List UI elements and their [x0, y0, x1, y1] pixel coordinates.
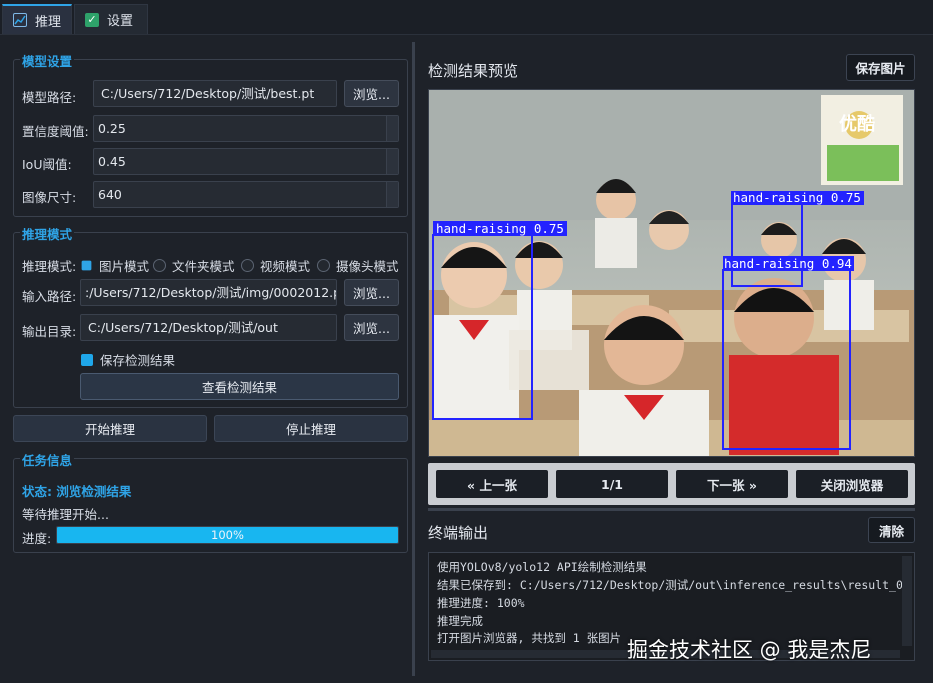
radio-label: 视频模式 [260, 259, 311, 274]
radio-image-mode[interactable]: 图片模式 [80, 256, 149, 275]
radio-indicator [153, 259, 166, 272]
chart-icon [13, 13, 27, 27]
iou-spinbox[interactable]: 0.45 [93, 148, 399, 175]
radio-label: 文件夹模式 [172, 259, 235, 274]
tab-label: 设置 [107, 14, 134, 29]
radio-folder-mode[interactable]: 文件夹模式 [153, 256, 235, 275]
tab-inference[interactable]: 推理 [2, 4, 72, 34]
nav-underline [428, 508, 915, 511]
input-path-field[interactable]: :/Users/712/Desktop/测试/img/0002012.png [80, 279, 337, 306]
tab-label: 推理 [35, 14, 62, 30]
radio-camera-mode[interactable]: 摄像头模式 [317, 256, 399, 275]
iou-label: IoU阈值: [22, 157, 72, 172]
settings-check-icon: ✓ [85, 12, 99, 27]
status-text: 状态: 浏览检测结果 [22, 484, 132, 499]
detection-label-1: hand-raising 0.75 [436, 221, 564, 236]
terminal-title: 终端输出 [428, 524, 489, 542]
radio-label: 图片模式 [99, 259, 150, 274]
panel-splitter[interactable] [412, 42, 415, 676]
start-inference-button[interactable]: 开始推理 [13, 415, 207, 442]
progress-bar: 100% [56, 526, 399, 544]
image-size-spinbox[interactable]: 640 [93, 181, 399, 208]
radio-indicator [317, 259, 330, 272]
spin-arrows[interactable] [386, 149, 398, 174]
output-dir-label: 输出目录: [22, 324, 77, 339]
view-results-button[interactable]: 查看检测结果 [80, 373, 399, 400]
browse-input-button[interactable]: 浏览... [344, 279, 399, 306]
save-image-button[interactable]: 保存图片 [846, 54, 915, 81]
clear-button[interactable]: 清除 [868, 517, 915, 543]
group-title: 任务信息 [20, 450, 75, 469]
detection-label-2: hand-raising 0.75 [733, 190, 861, 205]
checkbox-indicator [81, 353, 93, 366]
waiting-text: 等待推理开始... [22, 507, 109, 522]
detection-preview: 优酷 hand-raising 0.75 hand-raising 0.75 h… [428, 89, 915, 457]
progress-label: 进度: [22, 531, 52, 546]
browse-output-button[interactable]: 浏览... [344, 314, 399, 341]
watermark-text: 掘金技术社区 @ 我是杰尼 [627, 638, 872, 662]
confidence-spinbox[interactable]: 0.25 [93, 115, 399, 142]
spin-arrows[interactable] [386, 182, 398, 207]
classroom-image: 优酷 hand-raising 0.75 hand-raising 0.75 h… [429, 90, 914, 456]
model-path-field[interactable]: C:/Users/712/Desktop/测试/best.pt [93, 80, 337, 107]
tab-bar: 推理 ✓ 设置 [0, 0, 933, 35]
confidence-value: 0.25 [98, 121, 126, 136]
spin-arrows[interactable] [386, 116, 398, 141]
terminal-line: 结果已保存到: C:/Users/712/Desktop/测试/out\infe… [437, 578, 903, 592]
terminal-line: 推理完成 [437, 614, 483, 628]
checkbox-label: 保存检测结果 [100, 353, 176, 368]
image-navigation-bar: « 上一张 1/1 下一张 » 关闭浏览器 [428, 463, 915, 505]
image-counter: 1/1 [556, 470, 668, 498]
image-size-value: 640 [98, 187, 122, 202]
prev-image-button[interactable]: « 上一张 [436, 470, 548, 498]
terminal-line: 使用YOLOv8/yolo12 API绘制检测结果 [437, 560, 647, 574]
group-title: 推理模式 [20, 224, 75, 243]
output-dir-field[interactable]: C:/Users/712/Desktop/测试/out [80, 314, 337, 341]
preview-title: 检测结果预览 [428, 62, 519, 80]
next-image-button[interactable]: 下一张 » [676, 470, 788, 498]
progress-text: 100% [211, 528, 244, 542]
confidence-label: 置信度阈值: [22, 124, 89, 139]
tab-settings[interactable]: ✓ 设置 [74, 4, 148, 34]
close-browser-button[interactable]: 关闭浏览器 [796, 470, 908, 498]
browse-model-button[interactable]: 浏览... [344, 80, 399, 107]
radio-indicator [81, 260, 92, 271]
terminal-line: 推理进度: 100% [437, 596, 525, 610]
model-path-label: 模型路径: [22, 90, 77, 105]
input-path-label: 输入路径: [22, 289, 77, 304]
iou-value: 0.45 [98, 154, 126, 169]
radio-video-mode[interactable]: 视频模式 [241, 256, 310, 275]
group-title: 模型设置 [20, 51, 75, 70]
detection-label-3: hand-raising 0.94 [724, 256, 852, 271]
stop-inference-button[interactable]: 停止推理 [214, 415, 408, 442]
terminal-line: 打开图片浏览器, 共找到 1 张图片 [437, 631, 622, 645]
radio-label: 摄像头模式 [336, 259, 399, 274]
radio-indicator [241, 259, 254, 272]
image-size-label: 图像尺寸: [22, 190, 77, 205]
save-results-checkbox[interactable]: 保存检测结果 [81, 350, 175, 369]
terminal-vertical-scrollbar[interactable] [902, 556, 912, 646]
mode-label: 推理模式: [22, 259, 77, 274]
logo-text: 优酷 [839, 113, 875, 135]
